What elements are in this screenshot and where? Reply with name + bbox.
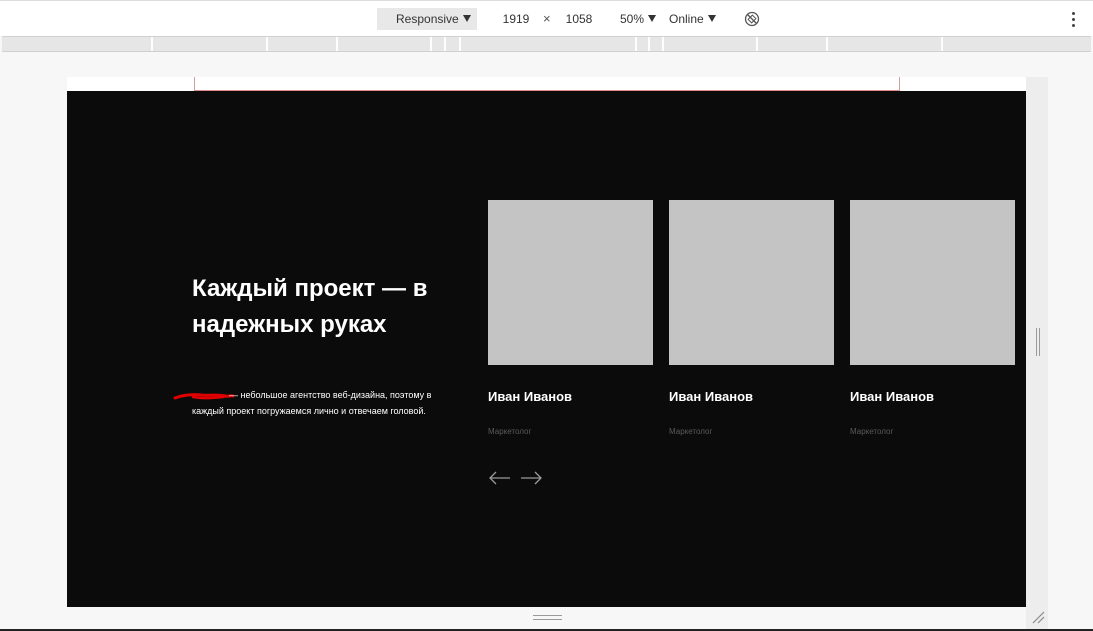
caret-down-icon (462, 15, 471, 22)
arrow-left-icon[interactable] (489, 471, 511, 485)
hero-description: — небольшое агентство веб-дизайна, поэто… (192, 388, 442, 419)
zoom-label: 50% (620, 12, 645, 26)
media-query-divider (151, 37, 153, 51)
device-toolbar: Responsive 1919 × 1058 50% Online (0, 0, 1093, 36)
rotate-icon[interactable] (744, 11, 760, 27)
dimension-separator: × (543, 11, 551, 26)
header-outline (194, 77, 900, 91)
resize-handle-bottom[interactable] (533, 614, 562, 622)
team-photo-placeholder (488, 200, 653, 365)
media-query-bar[interactable] (2, 36, 1091, 52)
team-member-role: Маркетолог (669, 427, 713, 436)
team-member-role: Маркетолог (488, 427, 532, 436)
device-mode-select[interactable]: Responsive (377, 8, 477, 30)
team-member-role: Маркетолог (850, 427, 894, 436)
height-input[interactable]: 1058 (558, 8, 600, 30)
media-query-divider (941, 37, 943, 51)
media-query-divider (430, 37, 432, 51)
resize-corner-icon[interactable] (1031, 610, 1045, 624)
hero-description-text: — небольшое агентство веб-дизайна, поэто… (192, 390, 432, 416)
caret-down-icon (648, 15, 657, 22)
media-query-divider (444, 37, 446, 51)
team-card[interactable]: Иван Иванов Маркетолог (488, 200, 653, 437)
media-query-divider (756, 37, 758, 51)
media-query-divider (635, 37, 637, 51)
team-member-name: Иван Иванов (488, 389, 573, 404)
hero-title: Каждый проект — в надежных руках (192, 275, 428, 338)
width-input[interactable]: 1919 (492, 8, 540, 30)
caret-down-icon (707, 15, 716, 22)
zoom-select[interactable]: 50% (620, 8, 657, 30)
media-query-divider (459, 37, 461, 51)
media-query-divider (826, 37, 828, 51)
page-viewport: Каждый проект — в надежных руках — небол… (67, 91, 1026, 607)
media-query-divider (648, 37, 650, 51)
resize-handle-right[interactable] (1035, 328, 1041, 356)
arrow-right-icon[interactable] (520, 471, 542, 485)
device-mode-label: Responsive (396, 12, 459, 26)
more-vertical-icon[interactable] (1067, 11, 1081, 29)
media-query-divider (662, 37, 664, 51)
team-card[interactable]: Иван Иванов Маркетолог (669, 200, 834, 437)
media-query-divider (336, 37, 338, 51)
team-member-name: Иван Иванов (669, 389, 754, 404)
team-photo-placeholder (850, 200, 1015, 365)
team-photo-placeholder (669, 200, 834, 365)
team-card[interactable]: Иван Иванов Маркетолог (850, 200, 1015, 437)
team-member-name: Иван Иванов (850, 389, 935, 404)
media-query-divider (266, 37, 268, 51)
throttling-label: Online (669, 12, 704, 26)
throttling-select[interactable]: Online (669, 8, 716, 30)
